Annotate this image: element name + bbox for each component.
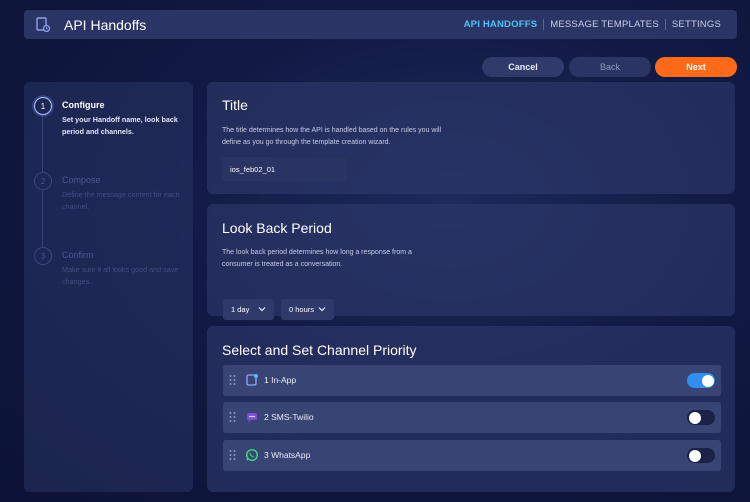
tab-message-templates[interactable]: MESSAGE TEMPLATES	[544, 19, 665, 30]
step-connector	[42, 116, 43, 172]
channel-row-whatsapp[interactable]: 3 WhatsApp	[223, 440, 721, 471]
channel-priority-heading: Select and Set Channel Priority	[222, 342, 417, 358]
channel-toggle-whatsapp[interactable]	[687, 448, 715, 463]
toggle-knob	[688, 449, 701, 462]
channel-label: 3 WhatsApp	[264, 450, 311, 460]
sms-icon	[247, 413, 257, 423]
whatsapp-icon	[245, 448, 259, 462]
step-number: 3	[34, 247, 52, 265]
title-input[interactable]: ios_feb02_01	[222, 157, 347, 181]
top-bar: API Handoffs API HANDOFFS MESSAGE TEMPLA…	[24, 10, 737, 39]
toggle-knob	[688, 411, 701, 424]
chevron-down-icon	[258, 307, 266, 312]
look-back-heading: Look Back Period	[222, 220, 332, 236]
channel-row-in-app[interactable]: 1 In-App	[223, 365, 721, 396]
step-title: Compose	[62, 175, 101, 185]
step-description: Set your Handoff name, look back period …	[62, 115, 178, 136]
toggle-knob	[701, 374, 714, 387]
title-card: Title The title determines how the API i…	[207, 82, 735, 194]
tab-settings[interactable]: SETTINGS	[666, 19, 727, 30]
channel-row-sms-twilio[interactable]: 2 SMS-Twilio	[223, 402, 721, 433]
hours-value: 0 hours	[289, 305, 315, 314]
step-number: 1	[34, 97, 52, 115]
back-button[interactable]: Back	[569, 57, 651, 77]
drag-handle-icon[interactable]	[229, 449, 236, 461]
channel-priority-card: Select and Set Channel Priority 1 In-App…	[207, 326, 735, 492]
channel-label: 2 SMS-Twilio	[264, 412, 314, 422]
look-back-description: The look back period determines how long…	[222, 249, 412, 268]
look-back-card: Look Back Period The look back period de…	[207, 204, 735, 320]
drag-handle-icon[interactable]	[229, 374, 236, 386]
app-title: API Handoffs	[64, 16, 147, 33]
look-back-hours-select[interactable]: 0 hours	[281, 299, 334, 320]
step-title: Confirm	[62, 250, 94, 260]
step-connector	[42, 191, 43, 247]
channel-toggle-sms-twilio[interactable]	[687, 410, 715, 425]
top-nav: API HANDOFFS MESSAGE TEMPLATES SETTINGS	[458, 19, 727, 30]
api-handoff-icon	[36, 16, 51, 32]
wizard-steps-sidebar: 1 Configure Set your Handoff name, look …	[24, 82, 193, 492]
title-description: The title determines how the API is hand…	[222, 127, 442, 146]
drag-handle-icon[interactable]	[229, 411, 236, 423]
next-button[interactable]: Next	[655, 57, 737, 77]
look-back-days-select[interactable]: 1 day	[223, 299, 274, 320]
step-description: Define the message content for each chan…	[62, 190, 180, 211]
in-app-icon	[246, 374, 258, 386]
tab-api-handoffs[interactable]: API HANDOFFS	[458, 19, 544, 30]
chevron-down-icon	[318, 307, 326, 312]
step-description: Make sure it all looks good and save cha…	[62, 265, 179, 286]
channel-label: 1 In-App	[264, 375, 297, 385]
days-value: 1 day	[231, 305, 250, 314]
cancel-button[interactable]: Cancel	[482, 57, 564, 77]
channel-toggle-in-app[interactable]	[687, 373, 715, 388]
step-number: 2	[34, 172, 52, 190]
title-heading: Title	[222, 97, 248, 113]
step-title: Configure	[62, 100, 105, 110]
